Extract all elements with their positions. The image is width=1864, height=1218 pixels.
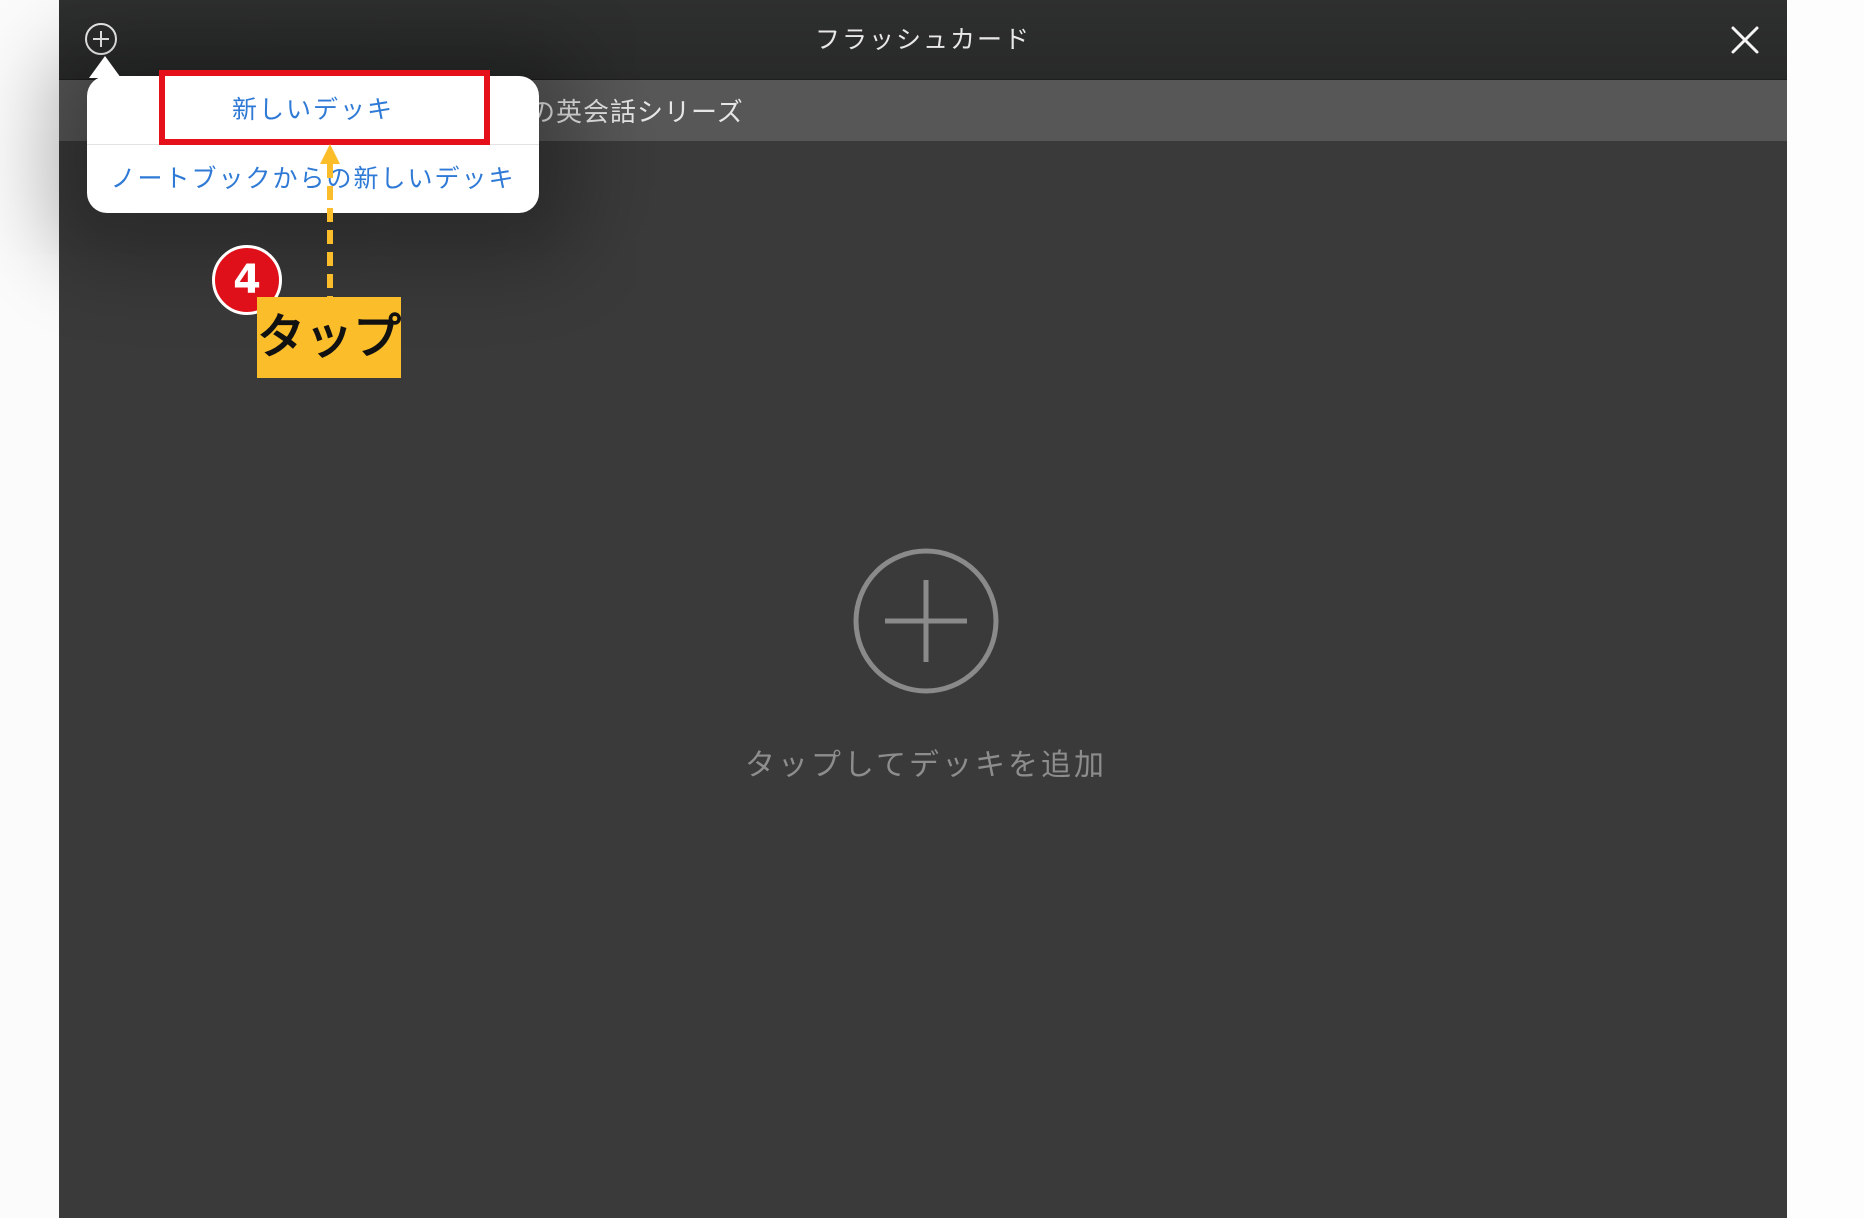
navigation-bar: フラッシュカード bbox=[59, 0, 1787, 80]
plus-circle-icon[interactable] bbox=[84, 22, 118, 56]
annotation-arrow-icon bbox=[320, 144, 340, 298]
highlight-box bbox=[159, 70, 490, 145]
add-deck-plus-icon[interactable] bbox=[852, 547, 1000, 695]
empty-state-text: タップしてデッキを追加 bbox=[744, 748, 1108, 783]
notebook-filter-label: の英会話シリーズ bbox=[529, 98, 744, 128]
close-icon[interactable] bbox=[1727, 22, 1763, 58]
popover-arrow bbox=[89, 56, 121, 78]
right-margin bbox=[1787, 0, 1864, 1218]
tap-instruction-label: タップ bbox=[257, 297, 401, 378]
menu-item-new-deck-from-notebook[interactable]: ノートブックからの新しいデッキ bbox=[87, 145, 539, 213]
left-margin bbox=[0, 0, 59, 1218]
page-title: フラッシュカード bbox=[814, 25, 1031, 54]
